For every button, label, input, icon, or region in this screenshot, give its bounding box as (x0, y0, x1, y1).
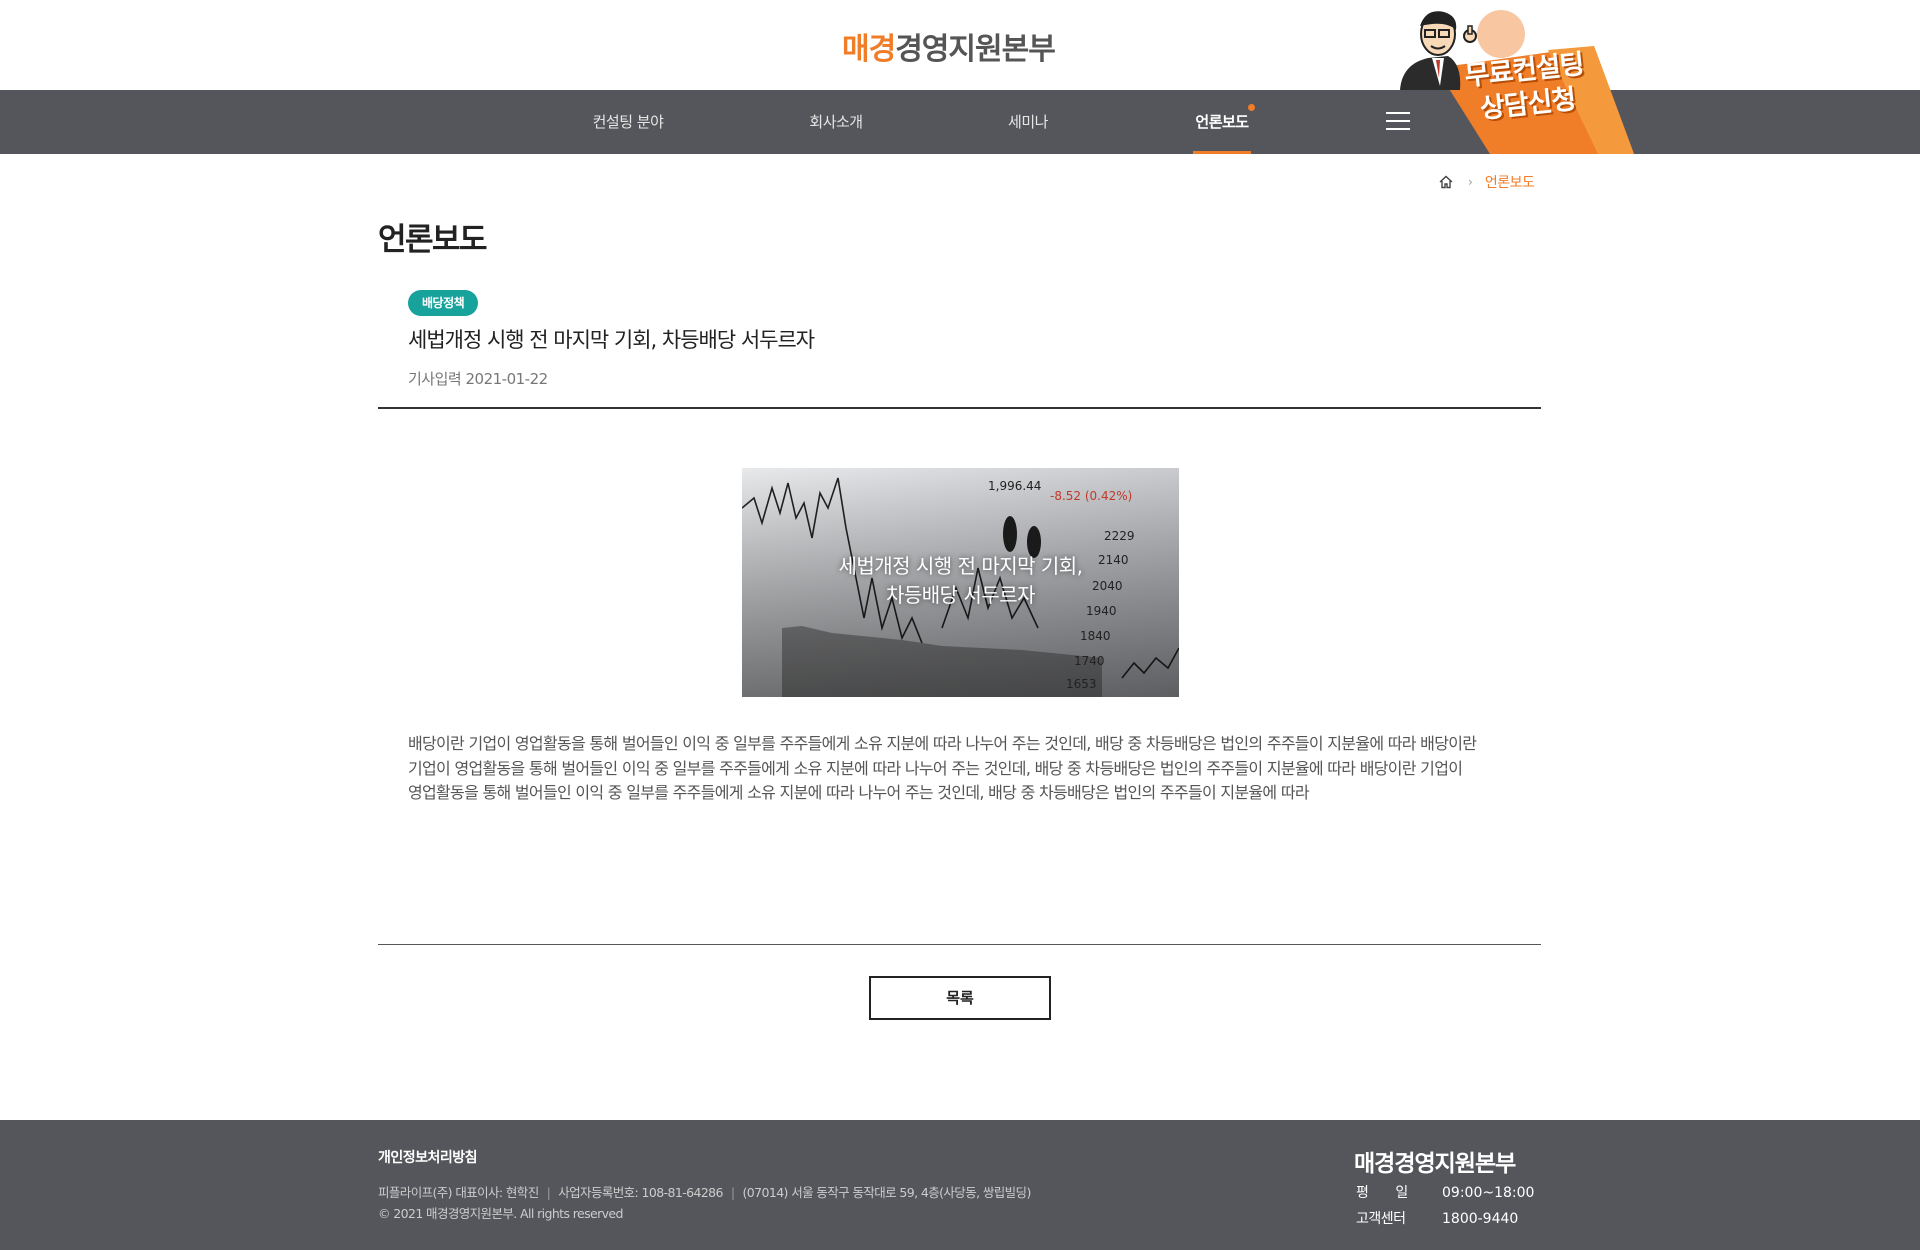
footer-divider: | (546, 1185, 551, 1200)
nav-item-seminar[interactable]: 세미나 (1007, 90, 1049, 154)
chart-number-index: 1,996.44 (988, 479, 1041, 493)
date-label: 기사입력 (408, 370, 462, 388)
category-badge: 배당정책 (408, 290, 479, 316)
date-value: 2021-01-22 (465, 370, 548, 388)
company-info: 피플라이프(주) 대표이사: 현학진 | 사업자등록번호: 108-81-64286… (378, 1182, 1031, 1201)
logo-text: 경영지원본부 (895, 32, 1056, 67)
copyright: © 2021 매경경영지원본부. All rights reserved (378, 1206, 623, 1221)
free-consulting-banner[interactable]: 무료컨설팅 상담신청 (1398, 6, 1634, 154)
nav-active-dot (1248, 104, 1255, 111)
chart-tick: 1740 (1074, 654, 1105, 668)
list-button[interactable]: 목록 (869, 976, 1051, 1020)
home-icon[interactable] (1438, 174, 1454, 190)
logo-accent: 매경 (842, 32, 896, 67)
article-title: 세법개정 시행 전 마지막 기회, 차등배당 서두르자 (408, 328, 815, 352)
customer-center-phone: 고객센터 1800-9440 (1356, 1206, 1534, 1232)
privacy-policy-link[interactable]: 개인정보처리방침 (378, 1147, 478, 1167)
weekday-hours: 평 일 09:00~18:00 (1356, 1180, 1534, 1206)
page-title: 언론보도 (378, 222, 488, 258)
hours-value: 09:00~18:00 (1442, 1185, 1535, 1201)
chevron-right-icon: › (1468, 175, 1473, 189)
article-date: 기사입력 2021-01-22 (408, 368, 548, 389)
nav-item-consulting[interactable]: 컨설팅 분야 (592, 90, 664, 154)
image-caption-line1: 세법개정 시행 전 마지막 기회, (838, 554, 1083, 578)
article-image: 1,996.44 -8.52 (0.42%) 2229 2140 2040 19… (742, 468, 1179, 697)
site-logo[interactable]: 매경경영지원본부 (842, 24, 1056, 68)
company-address: (07014) 서울 동작구 동작대로 59, 4층(사당동, 쌍립빌딩) (742, 1185, 1032, 1200)
chart-number-change: -8.52 (0.42%) (1050, 489, 1132, 503)
company-registration: 사업자등록번호: 108-81-64286 (558, 1185, 723, 1200)
divider-bottom (378, 944, 1541, 945)
nav-item-press[interactable]: 언론보도 (1193, 90, 1251, 154)
chart-tick: 2229 (1104, 529, 1135, 543)
hours-label: 평 일 (1356, 1185, 1408, 1201)
image-caption-line2: 차등배당 서두르자 (885, 583, 1036, 607)
customer-center-info: 평 일 09:00~18:00 고객센터 1800-9440 (1356, 1180, 1534, 1232)
chart-tick: 1653 (1066, 677, 1097, 691)
site-footer: 개인정보처리방침 피플라이프(주) 대표이사: 현학진 | 사업자등록번호: 108… (0, 1120, 1920, 1250)
footer-divider: | (730, 1185, 735, 1200)
divider-top (378, 407, 1541, 409)
company-ceo: 피플라이프(주) 대표이사: 현학진 (378, 1185, 539, 1200)
center-label: 고객센터 (1356, 1211, 1406, 1227)
chart-tick: 1840 (1080, 629, 1111, 643)
article-body: 배당이란 기업이 영업활동을 통해 벌어들인 이익 중 일부를 주주들에게 소유… (408, 734, 1477, 802)
breadcrumb-current[interactable]: 언론보도 (1485, 172, 1535, 192)
site-header: 매경경영지원본부 컨설팅 분야 회사소개 세미나 언론보도 무료컨설팅 상담신청 (0, 0, 1920, 154)
image-caption: 세법개정 시행 전 마지막 기회, 차등배당 서두르자 (742, 552, 1179, 610)
nav-item-company[interactable]: 회사소개 (808, 90, 864, 154)
footer-logo: 매경경영지원본부 (1354, 1151, 1516, 1177)
center-value: 1800-9440 (1442, 1211, 1519, 1227)
breadcrumb: › 언론보도 (1438, 172, 1535, 192)
